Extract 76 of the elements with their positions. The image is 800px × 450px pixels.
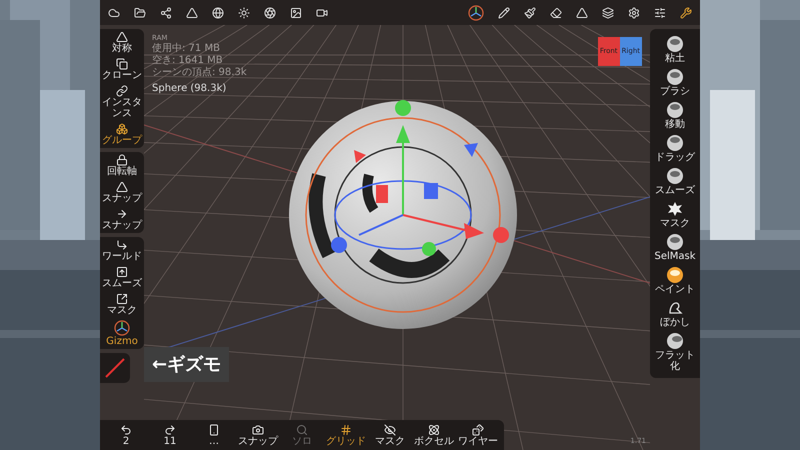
brush-button[interactable]: 粘土: [650, 33, 700, 66]
stats-line: シーンの頂点: 98.3k: [152, 67, 247, 79]
arrow-icon: [116, 208, 128, 220]
group-icon: [116, 123, 128, 135]
link-icon: [116, 85, 128, 97]
sphere-brush-icon: [666, 266, 684, 284]
object-label: Sphere (98.3k): [152, 83, 228, 95]
sliders-icon[interactable]: [654, 6, 666, 18]
tool-button[interactable]: 回転軸: [100, 152, 144, 179]
sphere-brush-icon: [666, 35, 684, 53]
sphere-brush-icon: [666, 101, 684, 119]
lock-icon: [116, 154, 128, 166]
tool-button[interactable]: クローン: [100, 56, 144, 83]
cloud-icon[interactable]: [108, 6, 120, 18]
sun-icon[interactable]: [238, 6, 250, 18]
tool-button[interactable]: Gizmo: [100, 318, 144, 349]
wrench-icon[interactable]: [680, 6, 692, 18]
sphere-brush-icon: [666, 134, 684, 152]
copy-icon: [116, 58, 128, 70]
bottom-tool-button[interactable]: ボクセル: [412, 424, 456, 446]
brush-button[interactable]: ドラッグ: [650, 132, 700, 165]
brush-button[interactable]: 移動: [650, 99, 700, 132]
search-icon: [296, 424, 308, 436]
folder-icon[interactable]: [134, 6, 146, 18]
video-icon[interactable]: [316, 6, 328, 18]
brush-button[interactable]: ぼかし: [650, 297, 700, 330]
tool-button[interactable]: ワールド: [100, 237, 144, 264]
annotation-callout: ←ギズモ: [144, 347, 230, 382]
sphere-brush-icon: [666, 233, 684, 251]
stats-line: 空き: 1641 MB: [152, 55, 224, 66]
tool-button[interactable]: マスク: [100, 291, 144, 318]
bottom-tool-button[interactable]: グリッド: [324, 424, 368, 446]
eye-off-icon: [384, 424, 396, 436]
brush-button[interactable]: スムーズ: [650, 165, 700, 198]
tool-button[interactable]: スムーズ: [100, 264, 144, 291]
triangle-icon: [116, 31, 128, 43]
gizmo-icon: [114, 320, 130, 336]
bottom-tool-button[interactable]: スナップ: [236, 424, 280, 446]
sphere-brush-icon: [666, 167, 684, 185]
triangle-icon: [116, 181, 128, 193]
share-icon[interactable]: [160, 6, 172, 18]
aperture-icon[interactable]: [264, 6, 276, 18]
splat-icon: [666, 200, 684, 218]
camera-icon: [252, 424, 264, 436]
tool-button[interactable]: インスタンス: [100, 83, 144, 121]
undo-icon: [120, 424, 132, 436]
image-icon[interactable]: [290, 6, 302, 18]
bottom-tool-button[interactable]: …: [192, 424, 236, 446]
bottom-tool-button[interactable]: 2: [104, 424, 148, 446]
bottom-tool-button[interactable]: 11: [148, 424, 192, 446]
tool-button[interactable]: 対称: [100, 29, 144, 56]
brush-button[interactable]: フラット化: [650, 330, 700, 374]
gizmo-icon: [468, 4, 484, 20]
settings-icon[interactable]: [628, 6, 640, 18]
sphere-brush-icon: [666, 68, 684, 86]
bottom-tool-button[interactable]: ワイヤー: [456, 424, 500, 446]
tool-button[interactable]: スナップ: [100, 179, 144, 206]
redo-icon: [164, 424, 176, 436]
square-icon: [116, 293, 128, 305]
stats-line: 使用中: 71 MB: [152, 43, 221, 54]
grid-icon: [340, 424, 352, 436]
brush-button[interactable]: ペイント: [650, 264, 700, 297]
bottom-tool-button[interactable]: マスク: [368, 424, 412, 446]
brush-button[interactable]: ブラシ: [650, 66, 700, 99]
brush-button[interactable]: マスク: [650, 198, 700, 231]
device-icon: [208, 424, 220, 436]
eraser-icon[interactable]: [550, 6, 562, 18]
sphere-brush-icon: [666, 332, 684, 350]
globe-icon[interactable]: [212, 6, 224, 18]
brush-icon[interactable]: [524, 6, 536, 18]
pencil-icon[interactable]: [498, 6, 510, 18]
tool-button[interactable]: スナップ: [100, 206, 144, 233]
tool-button[interactable]: グループ: [100, 121, 144, 148]
brush-button[interactable]: SelMask: [650, 231, 700, 264]
layers-icon[interactable]: [602, 6, 614, 18]
brush-preview-icon: [100, 353, 130, 383]
